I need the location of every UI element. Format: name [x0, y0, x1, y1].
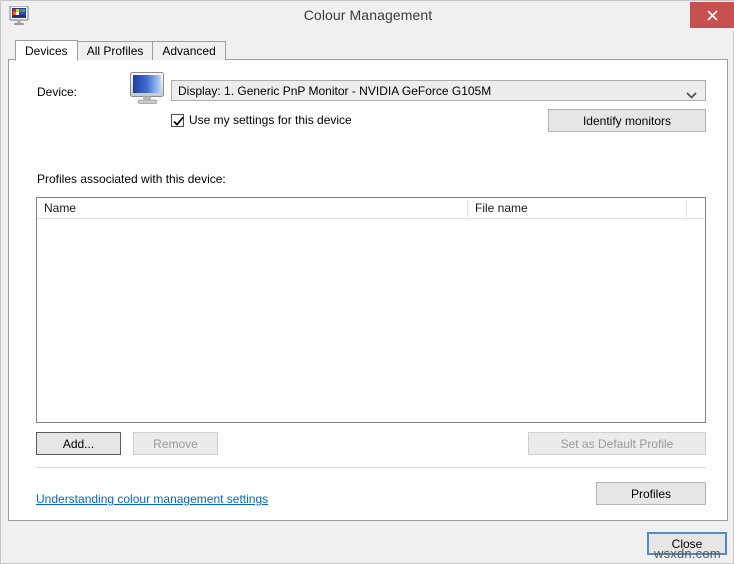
column-header-file-name[interactable]: File name: [468, 198, 686, 218]
colour-management-window: Colour Management Devices All Profiles A…: [0, 0, 734, 564]
display-monitor-icon: [129, 71, 167, 105]
use-my-settings-label: Use my settings for this device: [189, 113, 352, 127]
column-divider-2[interactable]: [686, 200, 687, 217]
tab-all-profiles[interactable]: All Profiles: [77, 41, 154, 60]
set-as-default-profile-button: Set as Default Profile: [528, 432, 706, 455]
tab-advanced[interactable]: Advanced: [152, 41, 225, 60]
understanding-colour-management-link[interactable]: Understanding colour management settings: [36, 492, 268, 506]
checkbox-box: [171, 114, 184, 127]
window-title: Colour Management: [1, 7, 734, 23]
close-button[interactable]: Close: [647, 532, 727, 555]
tab-devices[interactable]: Devices: [15, 40, 78, 61]
column-header-name[interactable]: Name: [37, 198, 467, 218]
identify-monitors-button[interactable]: Identify monitors: [548, 109, 706, 132]
device-dropdown-value: Display: 1. Generic PnP Monitor - NVIDIA…: [178, 84, 491, 98]
profiles-list-header: Name File name: [37, 198, 705, 219]
profiles-associated-label: Profiles associated with this device:: [37, 172, 226, 186]
chevron-down-icon: [686, 88, 697, 102]
close-window-button[interactable]: [690, 2, 734, 28]
profiles-list-body[interactable]: [37, 219, 705, 422]
remove-profile-button: Remove: [133, 432, 218, 455]
profiles-list[interactable]: Name File name: [36, 197, 706, 423]
device-dropdown[interactable]: Display: 1. Generic PnP Monitor - NVIDIA…: [171, 80, 706, 101]
title-bar: Colour Management: [1, 1, 734, 31]
profiles-button[interactable]: Profiles: [596, 482, 706, 505]
use-my-settings-checkbox[interactable]: Use my settings for this device: [171, 113, 352, 127]
device-label: Device:: [37, 85, 77, 99]
add-profile-button[interactable]: Add...: [36, 432, 121, 455]
footer-divider: [36, 467, 706, 468]
tab-strip: Devices All Profiles Advanced: [15, 39, 225, 60]
